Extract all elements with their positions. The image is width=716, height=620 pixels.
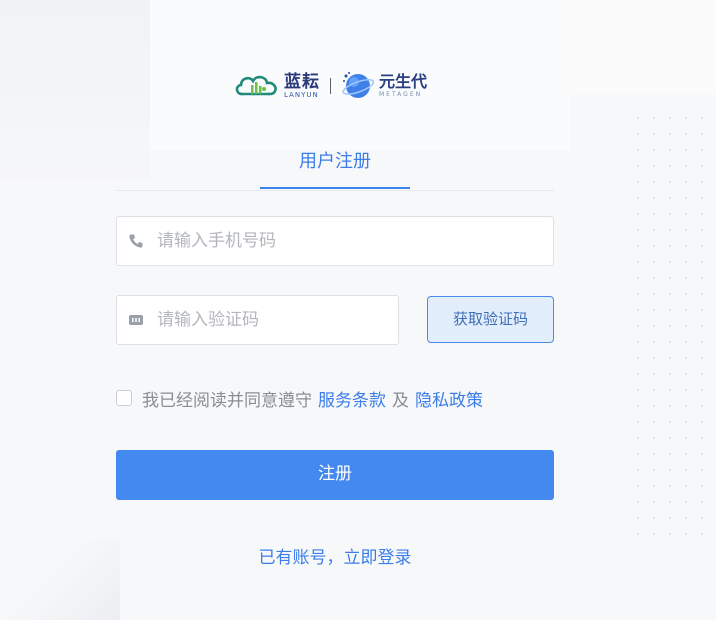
- lanyun-name-en: LANYUN: [284, 90, 319, 99]
- lanyun-logo: 蓝耘 LANYUN: [234, 72, 320, 100]
- tab-bar: 用户注册: [116, 140, 554, 191]
- terms-link[interactable]: 服务条款: [318, 386, 386, 411]
- keyboard-icon: [127, 311, 145, 329]
- code-field[interactable]: [116, 295, 399, 345]
- cloud-logo-icon: [235, 75, 277, 96]
- tab-register[interactable]: 用户注册: [260, 140, 410, 189]
- background-panel: [560, 0, 716, 95]
- agreement-and: 及: [392, 390, 409, 411]
- agreement-text: 我已经阅读并同意遵守: [142, 390, 312, 411]
- lanyun-name: 蓝耘: [284, 71, 320, 92]
- phone-field[interactable]: [116, 216, 554, 266]
- metagen-name: 元生代: [379, 72, 428, 91]
- privacy-link[interactable]: 隐私政策: [415, 386, 483, 411]
- code-input[interactable]: [155, 295, 398, 345]
- planet-logo-icon: [342, 72, 375, 98]
- metagen-logo: 元生代 METAGEN: [341, 69, 427, 103]
- login-link-row: 已有账号，立即登录: [0, 543, 670, 568]
- dot-pattern-decoration: [630, 110, 716, 540]
- phone-icon: [127, 232, 145, 250]
- register-button[interactable]: 注册: [116, 450, 554, 500]
- logo-divider: [330, 78, 331, 94]
- metagen-name-en: METAGEN: [379, 91, 423, 98]
- agreement-row: 我已经阅读并同意遵守 服务条款 及 隐私政策: [116, 384, 483, 412]
- get-code-button[interactable]: 获取验证码: [427, 296, 554, 343]
- phone-input[interactable]: [155, 216, 553, 266]
- agree-checkbox[interactable]: [116, 390, 132, 406]
- login-link[interactable]: 已有账号，立即登录: [259, 548, 412, 568]
- brand-logos: 蓝耘 LANYUN 元生代 METAGEN: [234, 68, 427, 104]
